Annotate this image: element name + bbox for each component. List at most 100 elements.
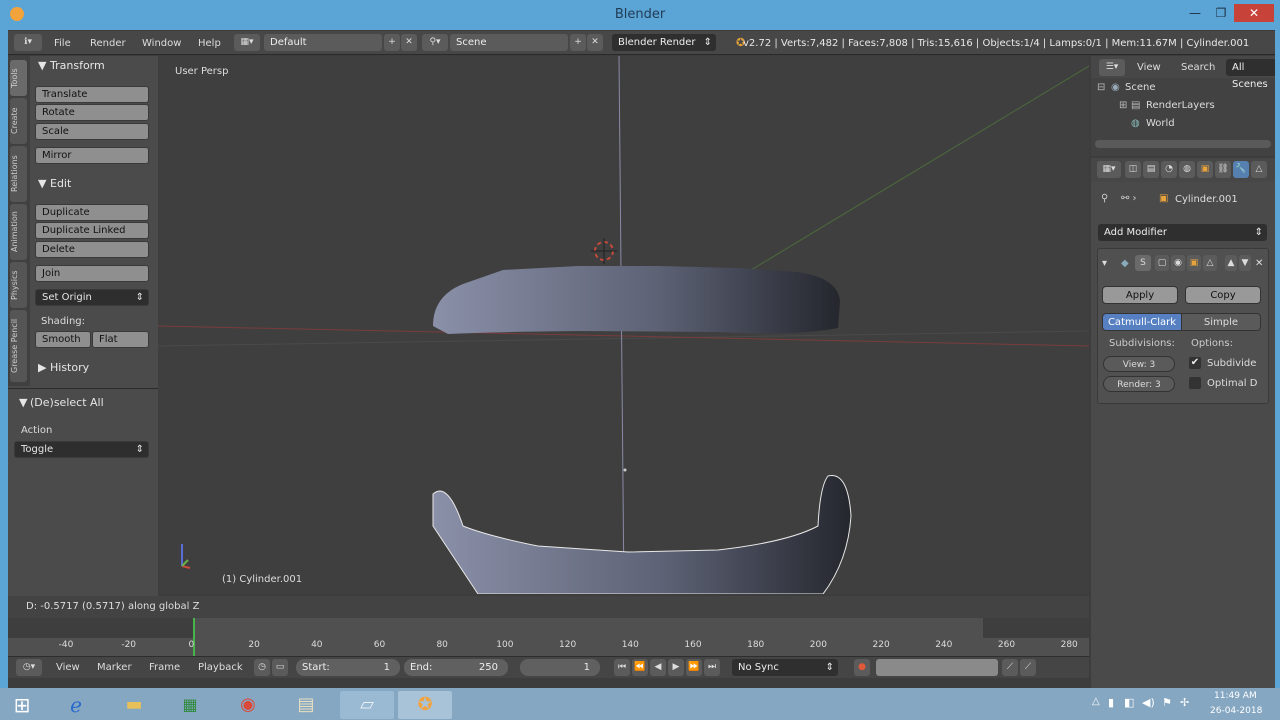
editor-type-info-button[interactable]: ℹ▾ bbox=[14, 34, 42, 51]
3d-viewport[interactable]: User Persp (1) Cylinder.001 bbox=[158, 56, 1089, 594]
show-render-icon[interactable]: ▢ bbox=[1155, 255, 1169, 271]
rotate-button[interactable]: Rotate bbox=[35, 104, 149, 121]
modifiers-tab-icon[interactable]: 🔧 bbox=[1233, 161, 1249, 178]
outliner-menu-view[interactable]: View bbox=[1137, 62, 1161, 73]
maximize-button[interactable]: ❐ bbox=[1208, 4, 1234, 22]
mirror-button[interactable]: Mirror bbox=[35, 147, 149, 164]
collapse-modifier-icon[interactable]: ▾ bbox=[1102, 258, 1107, 269]
play-reverse-icon[interactable]: ◀ bbox=[650, 659, 666, 676]
menu-render[interactable]: Render bbox=[90, 38, 126, 49]
outliner-display-mode[interactable]: All Scenes bbox=[1226, 59, 1275, 90]
menu-window[interactable]: Window bbox=[142, 38, 181, 49]
start-button-icon[interactable]: ⊞ bbox=[4, 691, 40, 719]
show-editmode-icon[interactable]: ▣ bbox=[1187, 255, 1201, 271]
clock-date[interactable]: 26-04-2018 bbox=[1210, 706, 1262, 716]
pin-icon[interactable]: ⚲ bbox=[1101, 193, 1108, 204]
blender-taskbar-icon[interactable]: ✪ bbox=[398, 691, 452, 719]
show-viewport-icon[interactable]: ◉ bbox=[1171, 255, 1185, 271]
view-levels-field[interactable]: View: 3 bbox=[1103, 356, 1175, 372]
current-frame-indicator[interactable] bbox=[193, 618, 195, 656]
keying-set-field[interactable] bbox=[876, 659, 998, 676]
outliner[interactable]: ☰▾ View Search All Scenes ⊟ ◉ Scene ⊞ ▤ … bbox=[1091, 56, 1275, 156]
insert-keyframe-icon[interactable]: ⟋ bbox=[1002, 659, 1018, 676]
tray-show-hidden-icon[interactable]: △ bbox=[1092, 696, 1100, 707]
copy-button[interactable]: Copy bbox=[1185, 286, 1261, 304]
jump-keyframe-back-icon[interactable]: ⏪ bbox=[632, 659, 648, 676]
tab-animation[interactable]: Animation bbox=[10, 204, 27, 260]
properties-editor[interactable]: ▦▾ ◫ ▤ ◔ ◍ ▣ ⛓ 🔧 △ ⚲ ⚯ › ▣ Cylinder.001 … bbox=[1091, 158, 1275, 688]
menu-marker[interactable]: Marker bbox=[97, 662, 132, 673]
excel-icon[interactable]: ▦ bbox=[170, 691, 210, 719]
apply-button[interactable]: Apply bbox=[1102, 286, 1178, 304]
teeth-mesh-upper[interactable] bbox=[433, 266, 840, 334]
tab-relations[interactable]: Relations bbox=[10, 146, 27, 202]
tray-network-icon[interactable]: ◧ bbox=[1124, 696, 1134, 709]
delete-keyframe-icon[interactable]: ⟋ bbox=[1020, 659, 1036, 676]
render-engine-dropdown[interactable]: Blender Render ⇕ bbox=[612, 34, 716, 51]
menu-view[interactable]: View bbox=[56, 662, 80, 673]
jump-end-icon[interactable]: ⏭ bbox=[704, 659, 720, 676]
timeline[interactable]: -40 -20 0 20 40 60 80 100 120 140 160 180 200 220 240 2… bbox=[8, 618, 1089, 656]
action-dropdown[interactable]: Toggle ⇕ bbox=[14, 441, 149, 458]
tray-volume-icon[interactable]: ◀) bbox=[1142, 696, 1155, 709]
start-frame-field[interactable]: Start: 1 bbox=[296, 659, 400, 676]
editor-type-timeline-button[interactable]: ◷▾ bbox=[16, 659, 42, 676]
outliner-menu-search[interactable]: Search bbox=[1181, 62, 1215, 73]
transform-panel-title[interactable]: Transform bbox=[50, 59, 105, 72]
object-tab-icon[interactable]: ▣ bbox=[1197, 161, 1213, 178]
minimize-button[interactable]: — bbox=[1182, 4, 1208, 22]
add-scene-button[interactable]: + bbox=[570, 34, 586, 51]
tree-expand-icon[interactable]: ⊞ bbox=[1119, 100, 1127, 111]
editor-type-outliner-button[interactable]: ☰▾ bbox=[1099, 59, 1125, 76]
scene-tab-icon[interactable]: ◔ bbox=[1161, 161, 1177, 178]
tray-power-icon[interactable]: ▮ bbox=[1108, 696, 1114, 709]
translate-button[interactable]: Translate bbox=[35, 86, 149, 103]
screen-layout-icon[interactable]: ▦▾ bbox=[234, 34, 260, 51]
preview-range-icon[interactable]: ◷ bbox=[254, 659, 270, 676]
move-down-icon[interactable]: ▼ bbox=[1239, 255, 1251, 271]
menu-file[interactable]: File bbox=[54, 38, 71, 49]
editor-type-properties-button[interactable]: ▦▾ bbox=[1097, 161, 1121, 178]
delete-button[interactable]: Delete bbox=[35, 241, 149, 258]
set-origin-dropdown[interactable]: Set Origin ⇕ bbox=[35, 289, 149, 306]
modifier-name-field[interactable]: S bbox=[1135, 255, 1151, 271]
outliner-item-scene[interactable]: Scene bbox=[1125, 82, 1156, 93]
constraints-tab-icon[interactable]: ⛓ bbox=[1215, 161, 1231, 178]
render-layers-tab-icon[interactable]: ▤ bbox=[1143, 161, 1159, 178]
render-levels-field[interactable]: Render: 3 bbox=[1103, 376, 1175, 392]
show-cage-icon[interactable]: △ bbox=[1203, 255, 1217, 271]
tree-expand-icon[interactable]: ⊟ bbox=[1097, 82, 1105, 93]
flat-button[interactable]: Flat bbox=[92, 331, 149, 348]
tab-grease-pencil[interactable]: Grease Pencil bbox=[10, 310, 27, 382]
move-up-icon[interactable]: ▲ bbox=[1225, 255, 1237, 271]
tray-connection-icon[interactable]: ✢ bbox=[1180, 696, 1189, 709]
remove-layout-button[interactable]: ✕ bbox=[401, 34, 417, 51]
duplicate-button[interactable]: Duplicate bbox=[35, 204, 149, 221]
menu-help[interactable]: Help bbox=[198, 38, 221, 49]
tab-create[interactable]: Create bbox=[10, 98, 27, 144]
lock-range-icon[interactable]: ▭ bbox=[272, 659, 288, 676]
optimal-display-checkbox[interactable] bbox=[1189, 377, 1201, 389]
jump-start-icon[interactable]: ⏮ bbox=[614, 659, 630, 676]
edit-panel-arrow[interactable]: ▼ bbox=[38, 177, 46, 190]
history-panel-title[interactable]: History bbox=[50, 361, 89, 374]
transform-panel-arrow[interactable]: ▼ bbox=[38, 59, 46, 72]
internet-explorer-icon[interactable]: ℯ bbox=[56, 691, 96, 719]
add-modifier-dropdown[interactable]: Add Modifier ⇕ bbox=[1098, 224, 1267, 241]
operator-panel-arrow[interactable]: ▼ bbox=[19, 396, 27, 409]
outliner-scrollbar[interactable] bbox=[1095, 140, 1271, 148]
end-frame-field[interactable]: End: 250 bbox=[404, 659, 508, 676]
render-tab-icon[interactable]: ◫ bbox=[1125, 161, 1141, 178]
record-icon[interactable]: ● bbox=[854, 659, 870, 676]
media-app-icon[interactable]: ▱ bbox=[340, 691, 394, 719]
scale-button[interactable]: Scale bbox=[35, 123, 149, 140]
teeth-mesh-lower[interactable] bbox=[432, 475, 852, 595]
tab-tools[interactable]: Tools bbox=[10, 60, 27, 96]
notepad-icon[interactable]: ▤ bbox=[286, 691, 326, 719]
file-explorer-icon[interactable]: ▬ bbox=[114, 691, 154, 719]
outliner-item-renderlayers[interactable]: RenderLayers bbox=[1146, 100, 1215, 111]
remove-modifier-icon[interactable]: ✕ bbox=[1255, 258, 1263, 269]
remove-scene-button[interactable]: ✕ bbox=[587, 34, 603, 51]
jump-keyframe-forward-icon[interactable]: ⏩ bbox=[686, 659, 702, 676]
tray-flag-icon[interactable]: ⚑ bbox=[1162, 696, 1172, 709]
